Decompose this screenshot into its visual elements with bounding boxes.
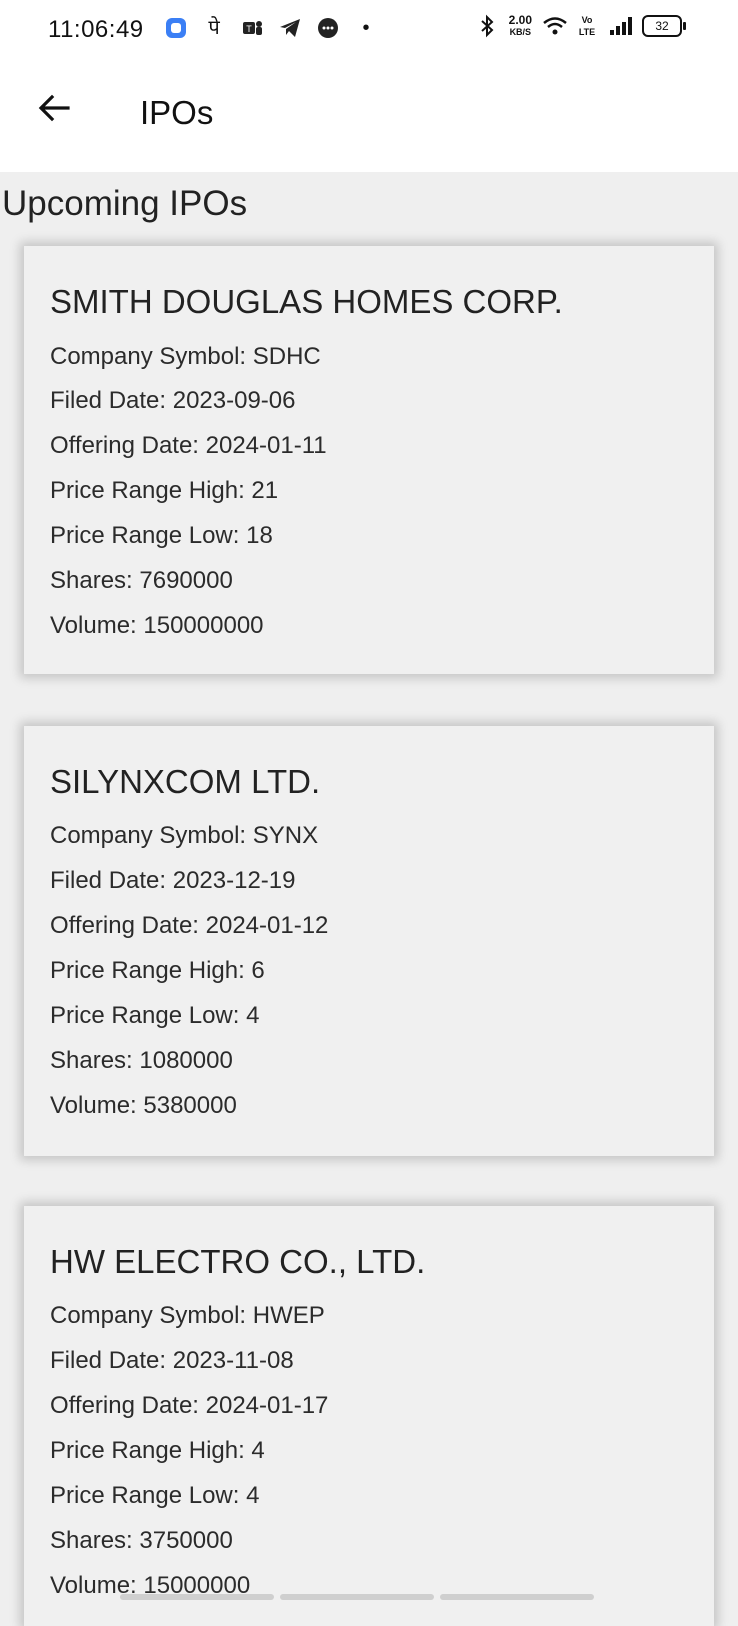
offering-date: Offering Date: 2024-01-11 bbox=[50, 432, 327, 459]
ipo-card[interactable]: SILYNXCOM LTD. Company Symbol: SYNX File… bbox=[24, 726, 714, 1156]
company-name: SMITH DOUGLAS HOMES CORP. bbox=[50, 283, 563, 320]
shares: Shares: 1080000 bbox=[50, 1047, 233, 1074]
shares: Shares: 7690000 bbox=[50, 567, 233, 594]
status-time: 11:06:49 bbox=[48, 16, 144, 43]
price-range-low: Price Range Low: 4 bbox=[50, 1482, 260, 1509]
network-speed-value: 2.00 bbox=[508, 13, 532, 27]
app-notification-icon bbox=[164, 16, 188, 40]
price-range-low: Price Range Low: 18 bbox=[50, 522, 273, 549]
company-symbol: Company Symbol: HWEP bbox=[50, 1302, 325, 1329]
back-button[interactable] bbox=[28, 84, 80, 136]
notification-icons: पे T • bbox=[164, 16, 378, 40]
wifi-icon bbox=[542, 14, 567, 38]
ipo-card[interactable]: SMITH DOUGLAS HOMES CORP. Company Symbol… bbox=[24, 246, 714, 674]
battery-indicator: 32 bbox=[642, 15, 686, 37]
volte-indicator: Vo LTE bbox=[578, 15, 596, 37]
page-title: IPOs bbox=[140, 94, 214, 131]
phonepe-icon: पे bbox=[208, 17, 220, 39]
company-symbol: Company Symbol: SDHC bbox=[50, 343, 321, 370]
scroll-indicator-segment bbox=[440, 1594, 594, 1600]
offering-date: Offering Date: 2024-01-17 bbox=[50, 1392, 329, 1419]
offering-date: Offering Date: 2024-01-12 bbox=[50, 912, 329, 939]
volume: Volume: 5380000 bbox=[50, 1092, 237, 1119]
scroll-indicator-segment bbox=[120, 1594, 274, 1600]
filed-date: Filed Date: 2023-09-06 bbox=[50, 387, 296, 414]
app-bar: IPOs bbox=[0, 58, 738, 172]
company-name: SILYNXCOM LTD. bbox=[50, 763, 321, 800]
telegram-icon bbox=[278, 16, 302, 40]
scroll-indicator bbox=[120, 1594, 594, 1600]
teams-icon: T bbox=[240, 16, 264, 40]
network-speed: 2.00 KB/S bbox=[509, 14, 532, 38]
svg-text:T: T bbox=[246, 24, 252, 34]
signal-strength-icon bbox=[608, 14, 632, 38]
filed-date: Filed Date: 2023-12-19 bbox=[50, 867, 296, 894]
network-speed-unit: KB/S bbox=[509, 27, 532, 37]
more-notifications-dot-icon: • bbox=[362, 17, 370, 39]
ipo-card[interactable]: HW ELECTRO CO., LTD. Company Symbol: HWE… bbox=[24, 1206, 714, 1626]
scroll-indicator-segment bbox=[280, 1594, 434, 1600]
company-name: HW ELECTRO CO., LTD. bbox=[50, 1243, 426, 1280]
system-status: 2.00 KB/S Vo LTE 32 bbox=[475, 14, 686, 38]
price-range-high: Price Range High: 6 bbox=[50, 957, 265, 984]
section-title: Upcoming IPOs bbox=[2, 184, 248, 223]
filed-date: Filed Date: 2023-11-08 bbox=[50, 1347, 294, 1374]
status-bar: 11:06:49 पे T • 2.00 KB/S Vo LTE 32 bbox=[0, 0, 738, 58]
price-range-low: Price Range Low: 4 bbox=[50, 1002, 260, 1029]
bluetooth-icon bbox=[475, 14, 499, 38]
arrow-left-icon bbox=[34, 88, 74, 133]
price-range-high: Price Range High: 21 bbox=[50, 477, 279, 504]
company-symbol: Company Symbol: SYNX bbox=[50, 822, 319, 849]
volume: Volume: 150000000 bbox=[50, 612, 264, 639]
messenger-icon bbox=[316, 16, 340, 40]
shares: Shares: 3750000 bbox=[50, 1527, 233, 1554]
price-range-high: Price Range High: 4 bbox=[50, 1437, 265, 1464]
